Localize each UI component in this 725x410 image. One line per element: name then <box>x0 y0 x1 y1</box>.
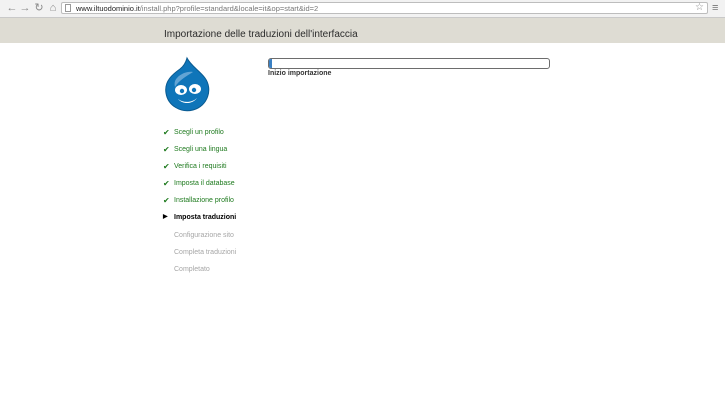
step-label: Scegli una lingua <box>174 146 228 154</box>
url-host: www.iltuodominio.it <box>76 4 140 13</box>
check-icon: ✔ <box>163 196 170 206</box>
drupal-logo <box>165 56 210 112</box>
step-label: Verifica i requisiti <box>174 163 227 171</box>
step-label: Imposta il database <box>174 180 235 188</box>
step-item: ✔ Scegli una lingua <box>163 141 236 158</box>
progress-message: Inizio importazione <box>268 70 332 77</box>
step-label: Configurazione sito <box>174 231 234 239</box>
star-icon[interactable]: ☆ <box>695 2 704 13</box>
page-title: Importazione delle traduzioni dell'inter… <box>164 29 358 40</box>
progress-bar <box>268 58 550 69</box>
address-bar[interactable]: www.iltuodominio.it/install.php?profile=… <box>61 2 708 14</box>
step-item: ▶ Imposta traduzioni <box>163 209 236 226</box>
step-label: Completato <box>174 265 210 273</box>
step-label: Imposta traduzioni <box>174 214 237 222</box>
check-icon: ✔ <box>163 162 170 172</box>
page-header: Importazione delle traduzioni dell'inter… <box>0 18 725 43</box>
step-label: Completa traduzioni <box>174 248 237 256</box>
url-text[interactable]: www.iltuodominio.it/install.php?profile=… <box>76 3 318 14</box>
progress-fill <box>269 59 272 68</box>
step-item: Completa traduzioni <box>163 244 236 261</box>
arrow-left-icon[interactable]: ← <box>6 2 18 14</box>
step-item: ✔ Scegli un profilo <box>163 124 236 141</box>
step-item: Configurazione sito <box>163 227 236 244</box>
reload-icon[interactable]: ↻ <box>33 2 45 14</box>
step-item: ✔ Installazione profilo <box>163 192 236 209</box>
step-label: Scegli un profilo <box>174 129 224 136</box>
step-label: Installazione profilo <box>174 197 234 205</box>
arrow-right-icon[interactable]: → <box>19 2 31 14</box>
home-icon[interactable]: ⌂ <box>47 2 59 14</box>
installation-steps: ✔ Scegli un profilo ✔ Scegli una lingua ✔ Ver… <box>163 124 236 278</box>
browser-toolbar: ← → ↻ ⌂ www.iltuodominio.it/install.php?… <box>0 0 725 18</box>
page-icon <box>65 4 71 12</box>
check-icon: ✔ <box>163 128 170 137</box>
url-path: /install.php?profile=standard&locale=it&… <box>139 4 319 13</box>
step-item: ✔ Imposta il database <box>163 175 236 192</box>
check-icon: ✔ <box>163 179 170 189</box>
step-item: Completato <box>163 261 236 278</box>
check-icon: ✔ <box>163 145 170 155</box>
menu-icon[interactable]: ≡ <box>712 2 718 14</box>
current-step-icon: ▶ <box>163 214 168 221</box>
step-item: ✔ Verifica i requisiti <box>163 158 236 175</box>
